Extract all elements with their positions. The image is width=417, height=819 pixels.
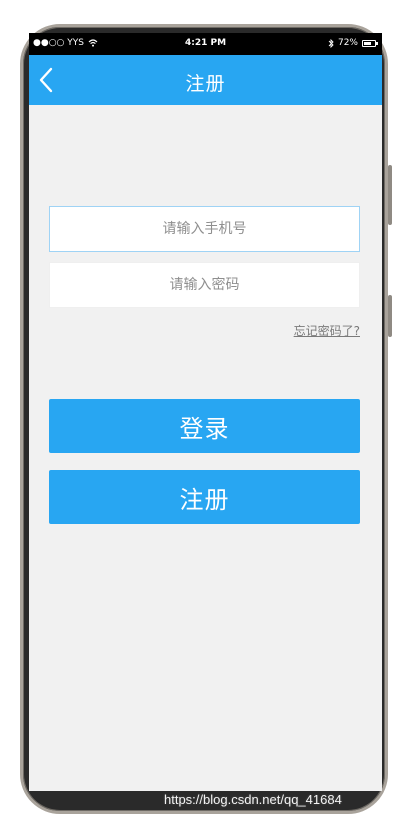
battery-text: 72% xyxy=(337,38,358,48)
nav-bar: 注册 xyxy=(29,55,382,105)
battery-fill xyxy=(364,41,372,45)
phone-input[interactable] xyxy=(49,206,360,252)
watermark-text: https://blog.csdn.net/qq_41684 xyxy=(164,792,342,807)
app-screen: ●●○○ YYS 4:21 PM 72% 注册 忘记密码了? 登录 注册 xyxy=(29,33,382,791)
status-right: 72% xyxy=(328,38,378,48)
power-button xyxy=(388,295,392,337)
password-input[interactable] xyxy=(49,262,360,308)
status-bar: ●●○○ YYS 4:21 PM 72% xyxy=(29,33,382,55)
battery-icon xyxy=(362,39,378,47)
page-title: 注册 xyxy=(185,73,226,95)
register-button[interactable]: 注册 xyxy=(49,470,360,524)
bluetooth-icon xyxy=(328,38,334,48)
forgot-password-link[interactable]: 忘记密码了? xyxy=(294,322,360,339)
volume-button xyxy=(388,165,392,225)
login-button[interactable]: 登录 xyxy=(49,399,360,453)
